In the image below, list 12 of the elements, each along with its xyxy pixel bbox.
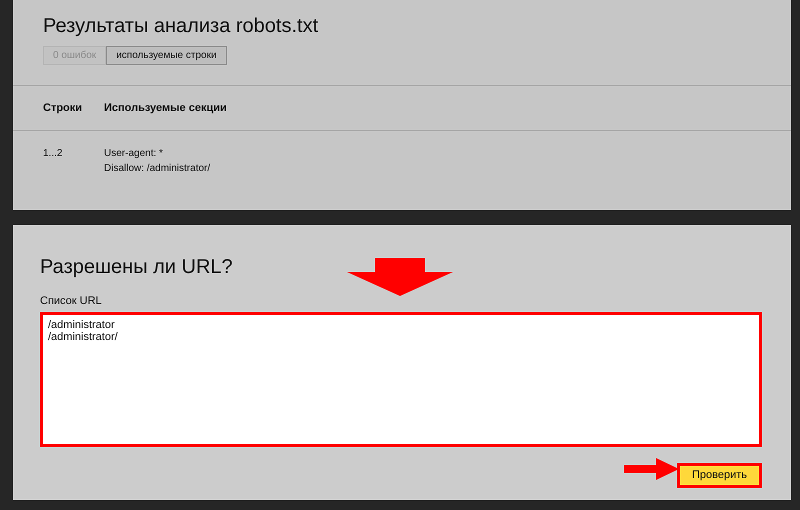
tab[interactable]: используемые строки bbox=[106, 46, 227, 65]
column-header: Строки bbox=[43, 101, 84, 116]
column-header: Используемые секции bbox=[104, 101, 227, 116]
right-arrow-icon bbox=[624, 458, 680, 480]
check-button[interactable]: Проверить bbox=[676, 462, 762, 488]
url-list-field[interactable]: /administrator /administrator/ bbox=[40, 312, 762, 446]
table-cell-text: User-agent: * Disallow: /administrator/ bbox=[104, 146, 210, 176]
section-title: Разрешены ли URL? bbox=[40, 255, 233, 279]
page-title: Результаты анализа robots.txt bbox=[43, 14, 318, 38]
down-arrow-icon bbox=[345, 258, 455, 298]
table-cell-text: 1...2 bbox=[43, 146, 64, 160]
field-label: Список URL bbox=[40, 294, 103, 309]
